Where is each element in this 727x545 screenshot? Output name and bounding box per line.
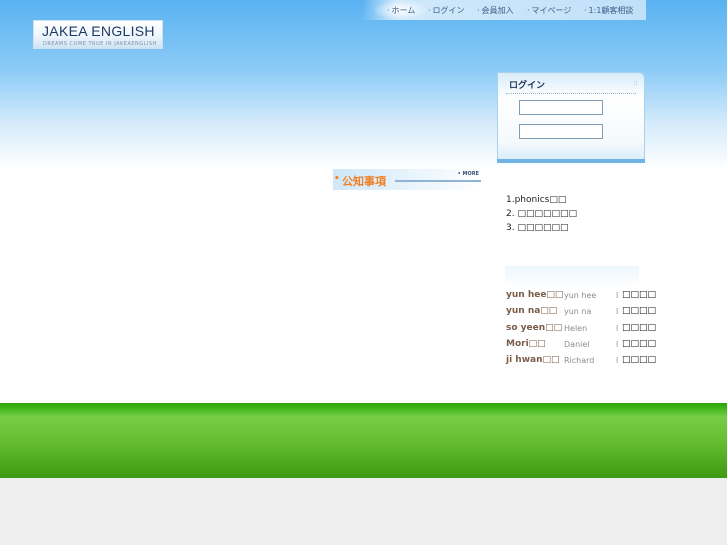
notice-item[interactable]: 1.phonics□□	[506, 195, 577, 209]
nav-home[interactable]: ホーム	[387, 5, 416, 16]
teacher-row: yun na□□ yun na l □□□□	[506, 306, 656, 322]
separator: l	[616, 291, 619, 300]
teacher-row: yun hee□□ yun hee l □□□□	[506, 290, 656, 306]
teacher-action[interactable]: □□□□	[622, 339, 656, 349]
notice-header: • 公知事項 • MORE	[333, 169, 481, 190]
notice-title: 公知事項	[342, 175, 386, 188]
teacher-row: so yeen□□ Helen l □□□□	[506, 323, 656, 339]
notice-list: 1.phonics□□ 2. □□□□□□□ 3. □□□□□□	[506, 195, 577, 237]
teacher-name[interactable]: yun hee□□	[506, 290, 563, 300]
logo-subtitle: DREAMS COME TRUE IN JAKEAENGLISH	[43, 41, 157, 47]
teacher-action[interactable]: □□□□	[622, 323, 656, 333]
teacher-english-name: yun hee	[564, 291, 597, 300]
login-id-input[interactable]	[519, 100, 603, 115]
teacher-name[interactable]: so yeen□□	[506, 323, 562, 333]
logo-title: JAKEA ENGLISH	[42, 23, 155, 39]
teacher-english-name: Helen	[564, 323, 588, 333]
teacher-english-name: Daniel	[564, 339, 590, 349]
login-divider	[506, 93, 636, 94]
notice-item[interactable]: 3. □□□□□□	[506, 223, 577, 237]
separator: l	[616, 323, 619, 333]
nav-mypage[interactable]: マイページ	[527, 5, 572, 16]
teacher-action[interactable]: □□□□	[622, 306, 656, 316]
footer	[0, 478, 727, 545]
separator: l	[616, 307, 619, 317]
top-navigation: ホーム ログイン 会員加入 マイページ 1:1顧客相談	[362, 0, 646, 20]
teacher-action[interactable]: □□□□	[622, 290, 656, 300]
separator: l	[616, 356, 619, 366]
teacher-action[interactable]: □□□□	[622, 355, 656, 365]
login-panel: ログイン ::	[497, 72, 645, 163]
nav-signup[interactable]: 会員加入	[477, 5, 514, 16]
teacher-panel-header	[505, 266, 639, 288]
teacher-list: yun hee□□ yun hee l □□□□ yun na□□ yun na…	[506, 290, 656, 371]
notice-header-line	[395, 180, 481, 182]
teacher-name[interactable]: Mori□□	[506, 339, 546, 349]
nav-login[interactable]: ログイン	[428, 5, 465, 16]
teacher-english-name: yun na	[564, 307, 592, 317]
login-title: ログイン	[509, 81, 546, 91]
login-bottom-bar	[497, 159, 645, 163]
teacher-row: ji hwan□□ Richard l □□□□	[506, 355, 656, 371]
notice-item[interactable]: 2. □□□□□□□	[506, 209, 577, 223]
teacher-name[interactable]: yun na□□	[506, 306, 557, 316]
login-password-input[interactable]	[519, 124, 603, 139]
nav-consultation[interactable]: 1:1顧客相談	[584, 5, 634, 16]
bullet-icon: •	[334, 174, 340, 184]
grass-banner	[0, 403, 727, 478]
site-logo[interactable]: JAKEA ENGLISH DREAMS COME TRUE IN JAKEAE…	[33, 20, 163, 49]
teacher-english-name: Richard	[564, 356, 595, 366]
notice-more-link[interactable]: • MORE	[458, 171, 479, 177]
teacher-name[interactable]: ji hwan□□	[506, 355, 560, 365]
teacher-row: Mori□□ Daniel l □□□□	[506, 339, 656, 355]
separator: l	[616, 339, 619, 349]
corner-grip-icon: ::	[633, 79, 638, 87]
